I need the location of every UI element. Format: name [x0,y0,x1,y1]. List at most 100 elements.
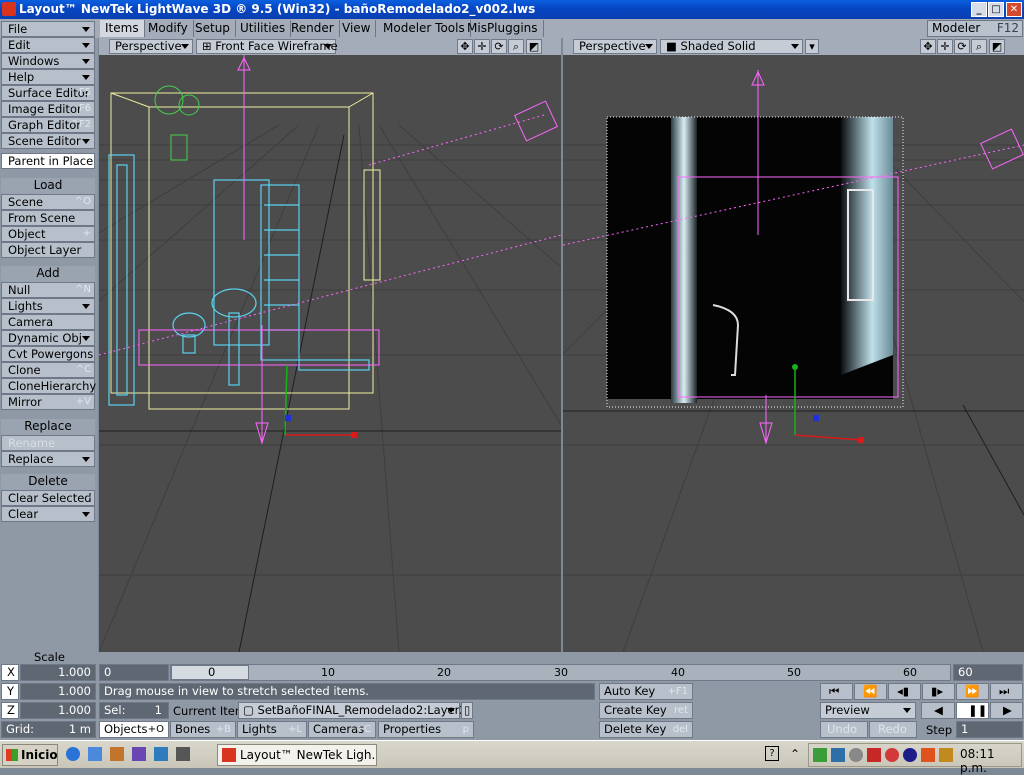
minimize-button[interactable]: _ [971,2,987,17]
start-button[interactable]: Inicio [2,744,58,766]
rotate-icon[interactable]: ⟳ [491,39,507,54]
properties-button[interactable]: Properties p [378,721,474,738]
ie-icon[interactable] [66,747,80,761]
redo-button[interactable]: Redo [869,721,917,738]
quicklaunch-icon[interactable] [154,747,168,761]
cameras-mode-button[interactable]: Cameras +C [308,721,376,738]
replace-menu[interactable]: Replace [1,451,95,467]
zoom-icon[interactable]: ⌕ [508,39,524,54]
quicklaunch-icon[interactable] [132,747,146,761]
viewport-1-mode-select[interactable]: ⊞ Front Face Wireframe [196,39,338,54]
tray-icon[interactable] [939,748,953,762]
tab-view[interactable]: View [337,20,377,37]
tray-icon[interactable] [903,748,917,762]
help-icon[interactable]: ? [765,746,779,761]
step-field[interactable]: 1 [956,721,1023,738]
play-reverse-icon[interactable]: ◀ [921,702,955,719]
scale-z-field[interactable]: 1.000 [20,702,96,719]
pan-icon[interactable]: ✛ [937,39,953,54]
bones-mode-button[interactable]: Bones +B [170,721,236,738]
previous-frame-icon[interactable]: ◂▮ [888,683,921,700]
create-key-button[interactable]: Create Key ret [599,702,693,719]
viewport-1[interactable] [99,55,561,652]
add-camera-button[interactable]: Camera [1,314,95,330]
load-scene-button[interactable]: Scene ^O [1,194,95,210]
from-scene-button[interactable]: From Scene [1,210,95,226]
cvt-powergons-button[interactable]: Cvt Powergons [1,346,95,362]
tray-icon[interactable] [921,748,935,762]
tray-icon[interactable] [849,748,863,762]
viewport-2[interactable] [563,55,1024,652]
viewport-1-view-select[interactable]: Perspective [109,39,193,54]
tray-icon[interactable] [831,748,845,762]
clear-menu[interactable]: Clear [1,506,95,522]
next-frame-icon[interactable]: ▮▸ [922,683,955,700]
windows-menu[interactable]: Windows [1,53,95,69]
pan-icon[interactable]: ✛ [474,39,490,54]
rename-button[interactable]: Rename [1,435,95,451]
file-menu[interactable]: File [1,21,95,37]
tab-render[interactable]: Render [286,20,340,37]
quicklaunch-icon[interactable] [110,747,124,761]
auto-key-button[interactable]: Auto Key +F1 [599,683,693,700]
scale-x-field[interactable]: 1.000 [20,664,96,681]
tab-modeler-tools[interactable]: Modeler Tools [378,20,471,37]
zoom-icon[interactable]: ⌕ [971,39,987,54]
viewport-2-view-select[interactable]: Perspective [573,39,657,54]
viewport-2-mode-select[interactable]: ■ Shaded Solid [660,39,803,54]
mirror-button[interactable]: Mirror +V [1,394,95,410]
timeline-thumb[interactable]: 0 [171,665,249,680]
scene-editor-button[interactable]: Scene Editor [1,133,95,149]
surface-editor-button[interactable]: Surface Editor F5 [1,85,95,101]
play-icon[interactable]: ▶ [990,702,1023,719]
item-options-icon[interactable]: ▯ [461,702,473,719]
quicklaunch-icon[interactable] [176,747,190,761]
quicklaunch-icon[interactable] [88,747,102,761]
parent-in-place-toggle[interactable]: Parent in Place [1,153,95,169]
preview-select[interactable]: Preview [820,702,916,719]
undo-button[interactable]: Undo [820,721,868,738]
load-object-button[interactable]: Object + [1,226,95,242]
clear-selected-button[interactable]: Clear Selected - [1,490,95,506]
maximize-button[interactable]: □ [988,2,1004,17]
maximize-viewport-icon[interactable]: ◩ [526,39,542,54]
move-icon[interactable]: ✥ [920,39,936,54]
help-menu[interactable]: Help [1,69,95,85]
tray-icon[interactable] [813,748,827,762]
frame-end-field[interactable]: 60 [953,664,1023,681]
clone-hierarchy-button[interactable]: CloneHierarchy [1,378,96,394]
add-lights-menu[interactable]: Lights [1,298,95,314]
tab-setup[interactable]: Setup [190,20,236,37]
options-dropdown-icon[interactable]: ▾ [805,39,819,54]
lights-mode-button[interactable]: Lights +L [237,721,307,738]
move-icon[interactable]: ✥ [457,39,473,54]
current-item-select[interactable]: ▢ SetBañoFINAL_Remodelado2:Layer2 [238,702,467,719]
tab-utilities[interactable]: Utilities [235,20,292,37]
previous-key-icon[interactable]: ⏪ [854,683,887,700]
pause-icon[interactable]: ❚❚ [956,702,989,719]
objects-mode-button[interactable]: Objects +O [99,721,169,738]
next-key-icon[interactable]: ⏩ [956,683,989,700]
dynamic-obj-menu[interactable]: Dynamic Obj [1,330,95,346]
last-frame-icon[interactable]: ⏭ [990,683,1023,700]
graph-editor-button[interactable]: Graph Editor ^F2 [1,117,95,133]
edit-menu[interactable]: Edit [1,37,95,53]
object-layer-button[interactable]: Object Layer [1,242,95,258]
add-null-button[interactable]: Null ^N [1,282,95,298]
tray-icon[interactable] [867,748,881,762]
tab-items[interactable]: Items [100,20,145,37]
first-frame-icon[interactable]: ⏮ [820,683,853,700]
frame-start-field[interactable]: 0 [99,664,169,681]
maximize-viewport-icon[interactable]: ◩ [989,39,1005,54]
tab-modify[interactable]: Modify [143,20,194,37]
scale-y-field[interactable]: 1.000 [20,683,96,700]
image-editor-button[interactable]: Image Editor F6 [1,101,95,117]
chevron-icon[interactable]: ⌃ [790,747,800,761]
taskbar-item-layout[interactable]: Layout™ NewTek Ligh... [217,744,377,766]
clone-button[interactable]: Clone ^C [1,362,95,378]
close-button[interactable]: ✕ [1006,2,1022,17]
modeler-button[interactable]: Modeler F12 [927,20,1023,37]
rotate-icon[interactable]: ⟳ [954,39,970,54]
delete-key-button[interactable]: Delete Key del [599,721,693,738]
tab-mispluggins[interactable]: MisPluggins [462,20,544,37]
